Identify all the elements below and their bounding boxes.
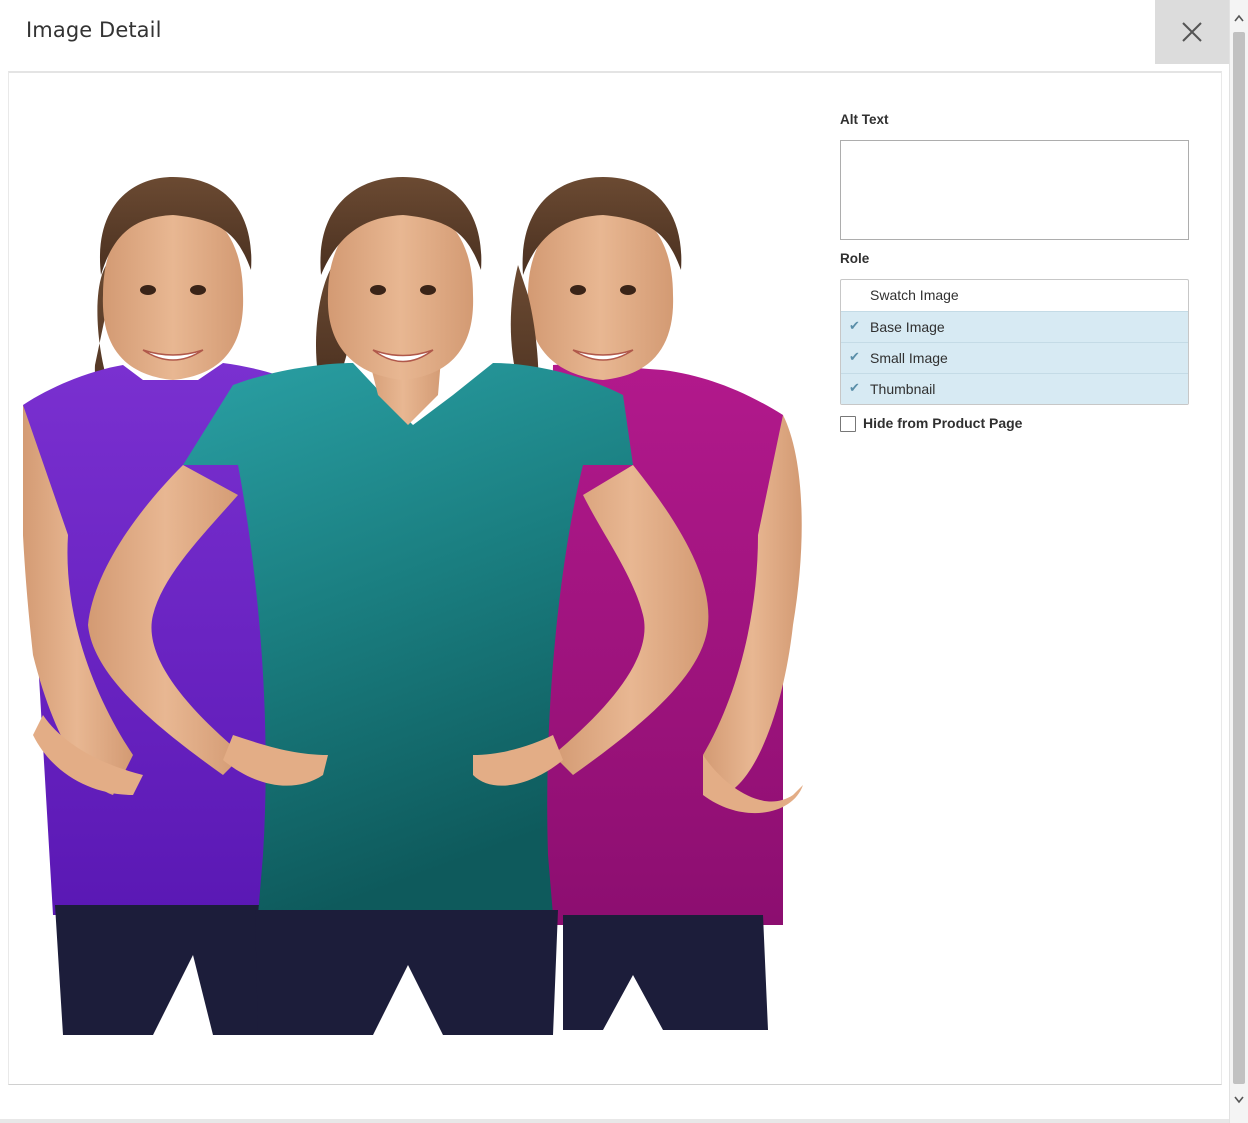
role-option-swatch-image[interactable]: Swatch Image — [841, 280, 1188, 311]
scrollbar-thumb[interactable] — [1233, 32, 1245, 1084]
scroll-down-arrow[interactable] — [1230, 1090, 1248, 1108]
modal-title: Image Detail — [26, 18, 162, 42]
vertical-scrollbar[interactable] — [1229, 0, 1248, 1123]
close-button[interactable] — [1155, 0, 1229, 64]
role-option-thumbnail[interactable]: ✔ Thumbnail — [841, 373, 1188, 404]
image-detail-modal: Image Detail Alt Text Role Swatch Image … — [0, 0, 1229, 1123]
alt-text-label: Alt Text — [840, 112, 889, 127]
scroll-up-arrow[interactable] — [1230, 10, 1248, 28]
product-image-preview — [23, 95, 803, 1059]
role-option-label: Thumbnail — [870, 381, 936, 397]
role-option-label: Base Image — [870, 319, 945, 335]
close-icon — [1182, 22, 1202, 42]
role-multiselect[interactable]: Swatch Image ✔ Base Image ✔ Small Image … — [840, 279, 1189, 405]
alt-text-input[interactable] — [840, 140, 1189, 240]
checkmark-icon: ✔ — [849, 380, 860, 395]
role-label: Role — [840, 251, 870, 266]
chevron-down-icon — [1234, 1096, 1244, 1104]
hide-from-product-page-label[interactable]: Hide from Product Page — [863, 415, 1022, 431]
role-option-base-image[interactable]: ✔ Base Image — [841, 311, 1188, 342]
role-option-label: Swatch Image — [870, 287, 959, 303]
chevron-up-icon — [1234, 14, 1244, 22]
hide-from-product-page-checkbox[interactable] — [840, 416, 856, 432]
product-image — [23, 177, 803, 1035]
role-option-label: Small Image — [870, 350, 948, 366]
hide-from-product-page-row: Hide from Product Page — [840, 414, 1140, 434]
role-option-small-image[interactable]: ✔ Small Image — [841, 342, 1188, 373]
checkmark-icon: ✔ — [849, 349, 860, 364]
modal-footer-divider — [0, 1119, 1229, 1123]
checkmark-icon: ✔ — [849, 318, 860, 333]
modal-header: Image Detail — [0, 0, 1229, 64]
